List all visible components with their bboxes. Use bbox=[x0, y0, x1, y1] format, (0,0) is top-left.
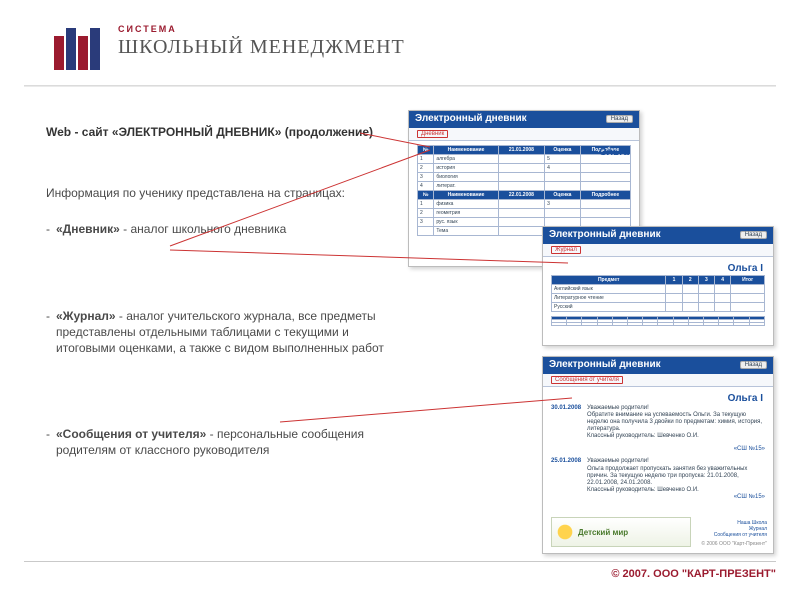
journal-table: Предмет 1 2 3 4 Итог Английский язык Лит… bbox=[551, 275, 765, 312]
table-row: 3биология bbox=[418, 172, 631, 181]
bullet-list: «Дневник» - аналог школьного дневника «Ж… bbox=[46, 221, 406, 458]
journal-grid bbox=[551, 316, 765, 326]
table-row: 2геометрия bbox=[418, 208, 631, 217]
mini-titlebar: Электронный дневник bbox=[409, 111, 639, 128]
mini-tabs: Сообщения от учителя bbox=[543, 374, 773, 387]
ad-banner[interactable]: Детский мир bbox=[551, 517, 691, 547]
message-date: 25.01.2008 bbox=[551, 458, 581, 494]
intro-text: Информация по ученику представлена на ст… bbox=[46, 185, 406, 201]
table-row: 4литерат. bbox=[418, 181, 631, 190]
screenshot-journal: Электронный дневник Назад Журнал Ольга I… bbox=[542, 226, 774, 346]
message-body: Уважаемые родители! Обратите внимание на… bbox=[587, 405, 765, 441]
th: 3 bbox=[698, 275, 714, 284]
bullet-term: «Сообщения от учителя» bbox=[56, 427, 206, 441]
back-button[interactable]: Назад bbox=[606, 115, 633, 123]
th: 2 bbox=[682, 275, 698, 284]
student-name: Ольга I bbox=[728, 393, 763, 404]
side-link[interactable]: Сообщения от учителя bbox=[701, 532, 767, 538]
student-name: Ольга bbox=[599, 147, 629, 158]
tab-messages[interactable]: Сообщения от учителя bbox=[551, 376, 623, 384]
th: 1 bbox=[666, 275, 682, 284]
mini-tabs: Журнал bbox=[543, 244, 773, 257]
screenshot-stack: Электронный дневник Назад Дневник Ольга … bbox=[408, 110, 776, 554]
logo-icon bbox=[52, 28, 106, 79]
side-links: Наша Школа Журнал Сообщения от учителя ©… bbox=[701, 520, 767, 547]
back-button[interactable]: Назад bbox=[740, 231, 767, 239]
mini-tabs: Дневник bbox=[409, 128, 639, 141]
back-button[interactable]: Назад bbox=[740, 361, 767, 369]
ad-text: Детский мир bbox=[578, 528, 628, 537]
th: Итог bbox=[731, 275, 765, 284]
slide-title: Web - сайт «ЭЛЕКТРОННЫЙ ДНЕВНИК» (продол… bbox=[46, 124, 406, 140]
bullet-journal: «Журнал» - аналог учительского журнала, … bbox=[46, 308, 406, 357]
th: Оценка bbox=[545, 190, 581, 199]
bullet-desc: - аналог школьного дневника bbox=[120, 222, 286, 236]
header-divider bbox=[24, 85, 776, 87]
brand-title: ШКОЛЬНЫЙ МЕНЕДЖМЕНТ bbox=[118, 36, 800, 59]
screenshot-messages: Электронный дневник Назад Сообщения от у… bbox=[542, 356, 774, 554]
table-row: 1физика3 bbox=[418, 199, 631, 208]
th: Подробнее bbox=[580, 190, 630, 199]
bullet-term: «Дневник» bbox=[56, 222, 120, 236]
bullet-messages: «Сообщения от учителя» - персональные со… bbox=[46, 426, 406, 458]
table-row: 3рус. язык bbox=[418, 217, 631, 226]
mini-titlebar: Электронный дневник bbox=[543, 357, 773, 374]
mini-body: Предмет 1 2 3 4 Итог Английский язык Лит… bbox=[543, 271, 773, 332]
table-row: Английский язык bbox=[552, 284, 765, 293]
message-sign: «СШ №15» bbox=[551, 446, 765, 452]
th: 4 bbox=[715, 275, 731, 284]
th: 22.01.2008 bbox=[498, 190, 544, 199]
message-date: 30.01.2008 bbox=[551, 405, 581, 441]
bullet-term: «Журнал» bbox=[56, 309, 116, 323]
table-row bbox=[552, 322, 765, 325]
message-sign: «СШ №15» bbox=[551, 494, 765, 500]
diary-table: № Наименование 21.01.2008 Оценка Подробн… bbox=[417, 145, 631, 236]
th: Наименование bbox=[434, 145, 498, 154]
th: № bbox=[418, 145, 434, 154]
mini-body: 30.01.2008 Уважаемые родители! Обратите … bbox=[543, 401, 773, 507]
th: 21.01.2008 bbox=[498, 145, 544, 154]
th: Предмет bbox=[552, 275, 666, 284]
mini-titlebar: Электронный дневник bbox=[543, 227, 773, 244]
footer-copyright: © 2007. ООО "КАРТ-ПРЕЗЕНТ" bbox=[24, 561, 776, 580]
student-name: Ольга I bbox=[728, 263, 763, 274]
slide-header: СИСТЕМА ШКОЛЬНЫЙ МЕНЕДЖМЕНТ bbox=[0, 0, 800, 69]
table-row: Русский bbox=[552, 302, 765, 311]
th: Наименование bbox=[434, 190, 498, 199]
text-column: Web - сайт «ЭЛЕКТРОННЫЙ ДНЕВНИК» (продол… bbox=[46, 124, 406, 459]
tab-diary[interactable]: Дневник bbox=[417, 130, 448, 138]
bullet-diary: «Дневник» - аналог школьного дневника bbox=[46, 221, 406, 237]
tab-journal[interactable]: Журнал bbox=[551, 246, 581, 254]
th: № bbox=[418, 190, 434, 199]
fineprint: © 2006 ООО "Карт-Презент" bbox=[701, 541, 767, 547]
sun-icon bbox=[556, 523, 574, 541]
table-row: Литературное чтение bbox=[552, 293, 765, 302]
table-row: 2история4 bbox=[418, 163, 631, 172]
th: Оценка bbox=[545, 145, 581, 154]
message-body: Уважаемые родители! Ольга продолжает про… bbox=[587, 458, 765, 494]
brand-small: СИСТЕМА bbox=[118, 24, 800, 34]
